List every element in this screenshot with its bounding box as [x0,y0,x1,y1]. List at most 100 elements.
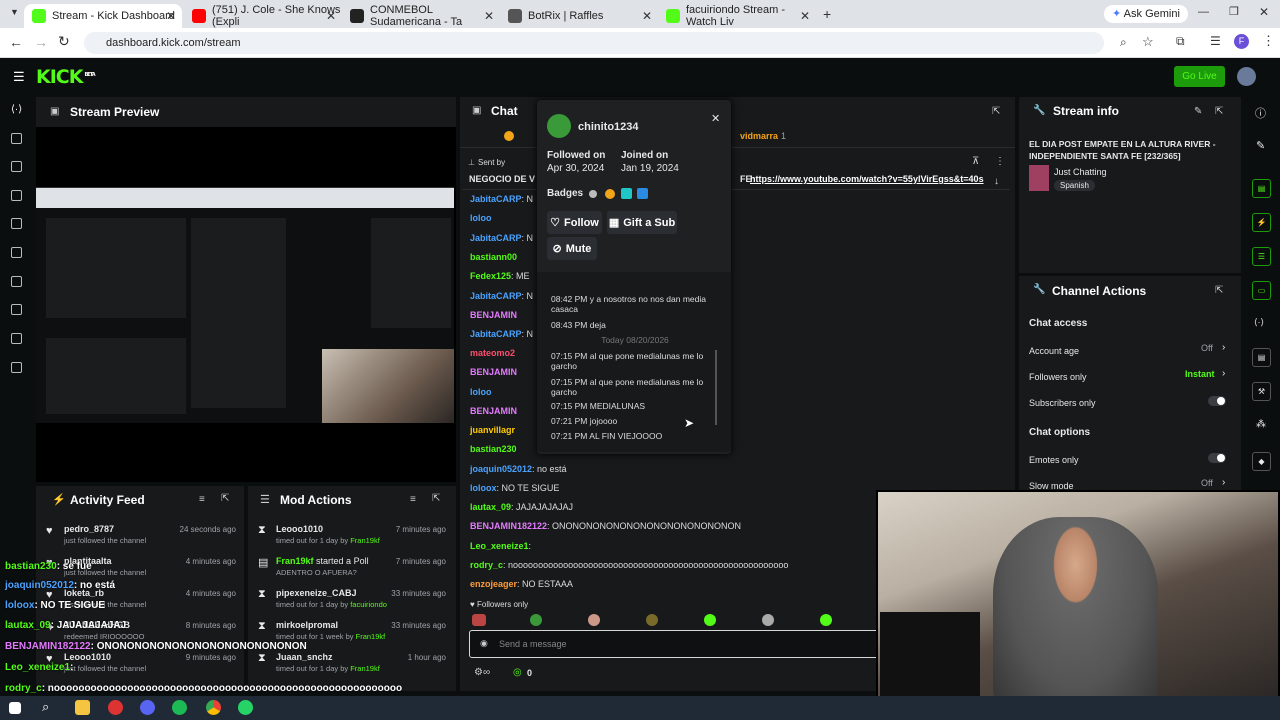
chatter-avatar[interactable] [762,614,774,626]
mod-action-by[interactable]: Fran19kf [350,664,380,673]
reload-icon[interactable]: ↻ [58,33,70,50]
bookmark-star-icon[interactable]: ☆ [1142,34,1154,50]
chat-username[interactable]: BENJAMIN [470,367,517,377]
stream-tool-icon[interactable]: ⟨·⟩ [1254,317,1264,328]
mod-action-user[interactable]: pipexeneize_CABJ [276,588,357,598]
hamburger-menu-icon[interactable]: ☰ [13,69,25,85]
share-tool-icon[interactable]: ⁂ [1256,419,1266,430]
chat-username[interactable]: loloo [470,213,492,223]
moderation-nav-icon[interactable] [11,362,22,373]
close-tab-icon[interactable]: ✕ [166,9,176,23]
activity-user[interactable]: pedro_8787 [64,524,114,534]
chat-username[interactable]: Fedex125 [470,271,511,281]
filter-icon[interactable]: ≡ [410,494,416,505]
close-tab-icon[interactable]: ✕ [326,9,336,23]
popout-icon[interactable]: ⇱ [432,493,440,504]
chat-username[interactable]: BENJAMIN182122 [470,521,547,531]
mod-action-by[interactable]: facuiriondo [350,600,387,609]
close-tab-icon[interactable]: ✕ [484,9,494,23]
gift-sub-button[interactable]: ▦ Gift a Sub [607,211,677,234]
browser-tab-youtube[interactable]: (751) J. Cole - She Knows (Expli ✕ [184,4,342,28]
kick-logo[interactable]: KICK BETA [36,66,96,88]
chat-username[interactable]: bastian230 [470,444,517,454]
mute-button[interactable]: ⊘ Mute [547,237,597,260]
chat-input[interactable]: ◉ Send a message [469,630,889,658]
browser-tab-botrix[interactable]: BotRix | Raffles ✕ [500,4,658,28]
edit-icon[interactable]: ✎ [1194,106,1202,117]
spotify-icon[interactable] [172,700,187,715]
mod-action-user[interactable]: Fran19kf [276,556,314,566]
extensions-icon[interactable]: ⧉ [1176,34,1185,49]
url-field[interactable]: dashboard.kick.com/stream [84,32,1104,54]
mod-action-by[interactable]: Fran19kf [350,536,380,545]
chat-username[interactable]: joaquin052012 [470,464,532,474]
stream-preview-video[interactable] [36,187,454,423]
chat-username[interactable]: rodry_c [470,560,503,570]
restore-icon[interactable]: ❐ [1229,5,1239,18]
community-nav-icon[interactable] [11,247,22,258]
users-nav-icon[interactable] [11,333,22,344]
stats-nav-icon[interactable] [11,276,22,287]
whatsapp-icon[interactable] [238,700,253,715]
browser-tab-facuiriondo[interactable]: facuiriondo Stream - Watch Liv ✕ [658,4,816,28]
app-icon[interactable] [108,700,123,715]
chatter-avatar[interactable] [530,614,542,626]
chat-username[interactable]: mateomo2 [470,348,515,358]
history-scrollbar[interactable] [715,350,717,425]
close-window-icon[interactable]: ✕ [1259,5,1269,19]
chat-username[interactable]: Leo_xeneize1 [470,541,529,551]
subscribers-only-toggle[interactable] [1208,396,1226,406]
pinned-link[interactable]: https://www.youtube.com/watch?v=55ylVirE… [750,174,984,184]
browser-menu-icon[interactable]: ⋮ [1262,33,1275,49]
wrench-tool-icon[interactable]: ⚒ [1252,382,1271,401]
minimize-icon[interactable]: — [1198,6,1209,18]
discord-icon[interactable] [140,700,155,715]
chat-username[interactable]: juanvillagr [470,425,515,435]
chat-username[interactable]: loloo [470,387,492,397]
chatter-avatar[interactable] [820,614,832,626]
category-name[interactable]: Just Chatting [1054,167,1107,177]
follow-button[interactable]: ♡ Follow [547,211,602,234]
chat-username[interactable]: JabitaCARP [470,329,522,339]
emotes-only-toggle[interactable] [1208,453,1226,463]
list-tool-icon[interactable]: ☰ [1252,247,1271,266]
mod-action-by[interactable]: Fran19kf [356,632,386,641]
chat-username[interactable]: JabitaCARP [470,291,522,301]
back-icon[interactable]: ← [9,34,23,50]
forward-icon[interactable]: → [34,34,48,50]
chatter-avatar[interactable] [646,614,658,626]
profile-avatar[interactable]: F [1234,34,1249,49]
windows-start-icon[interactable] [9,702,21,714]
go-live-button[interactable]: Go Live [1174,66,1225,87]
mod-action-user[interactable]: Juaan_snchz [276,652,333,662]
edit-icon[interactable]: ✎ [1256,139,1265,152]
reading-list-icon[interactable]: ☰ [1210,34,1221,48]
zoom-icon[interactable]: ⌕ [1120,35,1127,50]
new-tab-icon[interactable]: + [823,6,831,22]
chat-username[interactable]: BENJAMIN [470,406,517,416]
analytics-nav-icon[interactable] [11,190,22,201]
tools-nav-icon[interactable] [11,304,22,315]
mod-action-user[interactable]: Leooo1010 [276,524,323,534]
user-avatar[interactable] [1237,67,1256,86]
activity-user[interactable]: Leooo1010 [64,652,111,662]
chat-username[interactable]: BENJAMIN [470,310,517,320]
videos-nav-icon[interactable] [11,161,22,172]
layout-tool-icon[interactable]: ▤ [1252,348,1271,367]
followers-only-row[interactable]: Followers only Instant › [1029,368,1229,383]
chatter-avatar[interactable] [588,614,600,626]
chat-tool-icon[interactable]: ▭ [1252,281,1271,300]
chatter-avatar[interactable] [472,614,486,626]
mod-action-user[interactable]: mirkoelpromal [276,620,338,630]
close-tab-icon[interactable]: ✕ [800,9,810,23]
browser-tab-conmebol[interactable]: CONMEBOL Sudamericana - Ta ✕ [342,4,500,28]
top-supporter[interactable]: vidmarra [740,131,778,141]
links-nav-icon[interactable] [11,133,22,144]
tab-search-icon[interactable]: ▼ [10,7,19,17]
ask-gemini-button[interactable]: ✦ Ask Gemini [1104,5,1188,23]
file-explorer-icon[interactable] [75,700,90,715]
chat-username[interactable]: enzojeager [470,579,517,589]
stream-nav-icon[interactable]: ⟨·⟩ [11,104,22,115]
expand-icon[interactable]: ↓ [994,176,999,187]
browser-tab-kick-dashboard[interactable]: Stream - Kick Dashboard ✕ [24,4,182,28]
